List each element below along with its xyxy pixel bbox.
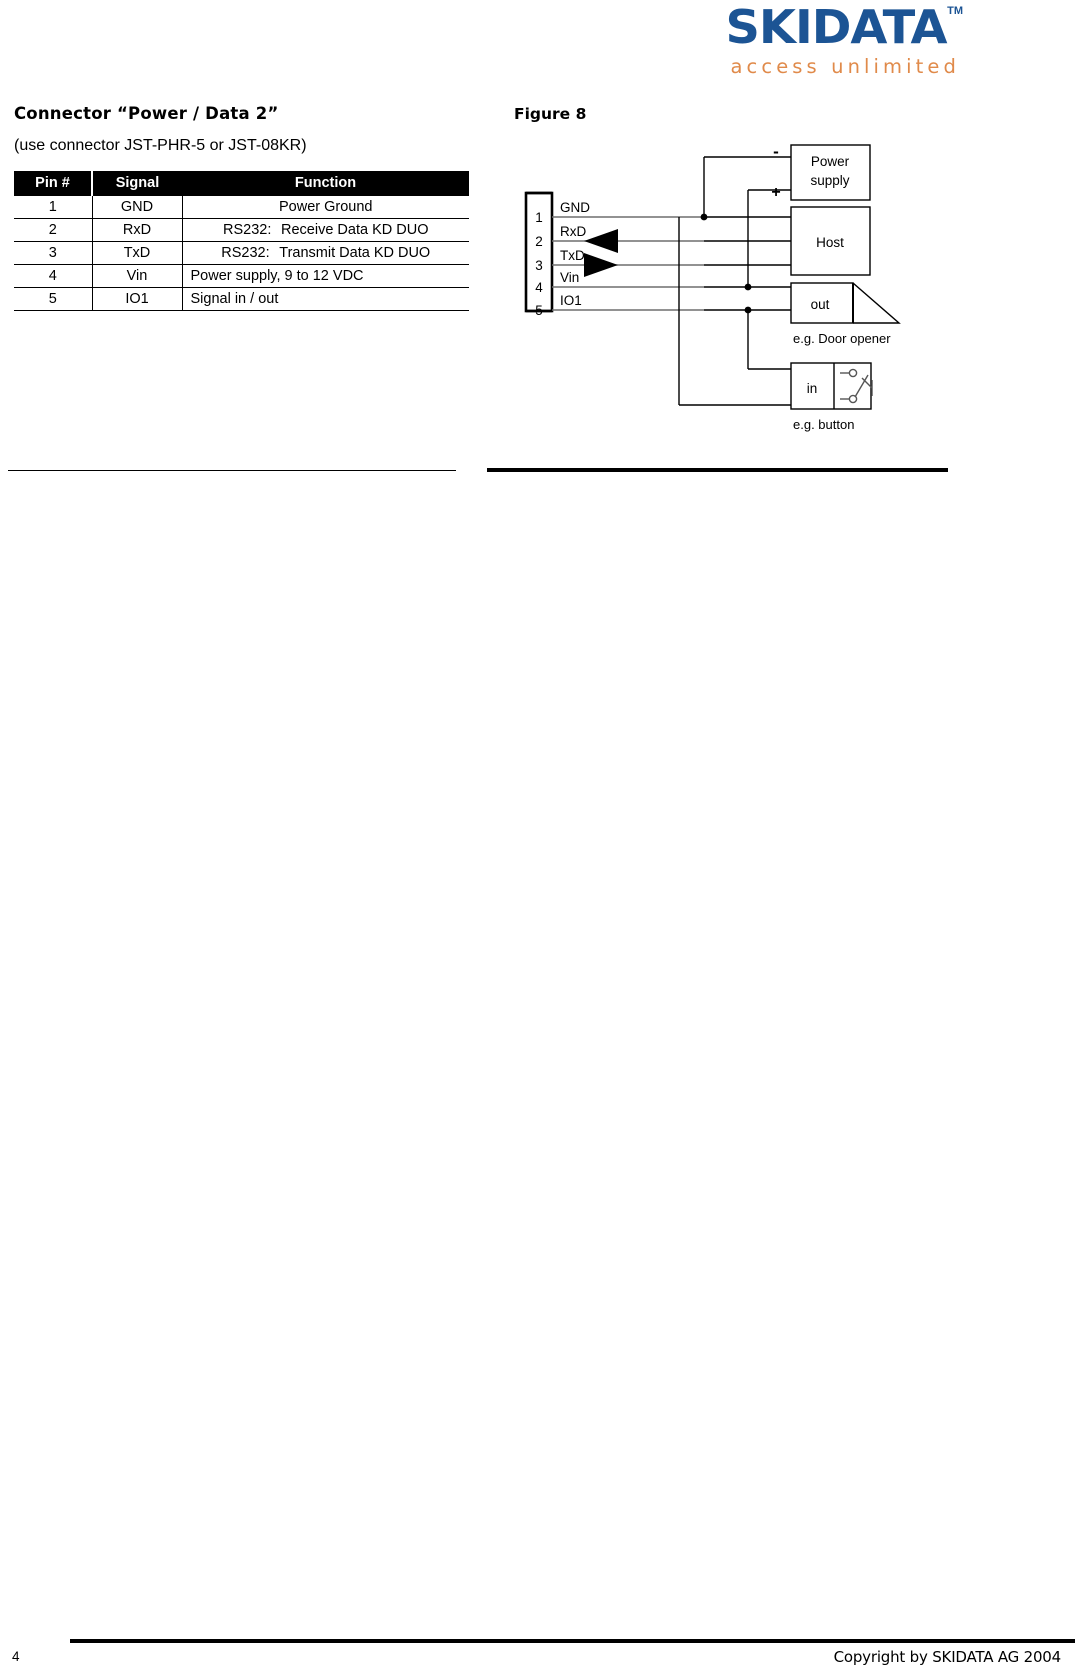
arrow-right-icon [584,253,618,277]
cell-function-text: Receive Data KD DUO [281,222,428,238]
column-header-signal: Signal [92,171,182,196]
in-block [791,363,871,409]
right-column: Figure 8 [514,105,1059,123]
pin-label-vin: Vin [560,270,579,285]
cell-function-prefix: RS232: [221,245,279,261]
page-header: SKIDATATM access unlimited [0,0,1075,92]
logo-tagline: access unlimited [731,57,963,77]
polarity-plus-label: + [771,184,780,201]
arrow-left-icon [584,229,618,253]
pin-number: 3 [535,258,543,273]
cell-pin: 2 [14,219,92,242]
cell-function: Power supply, 9 to 12 VDC [182,265,469,288]
polarity-minus-label: - [773,142,779,161]
column-header-pin: Pin # [14,171,92,196]
pin-label-txd: TxD [560,248,585,263]
pin-label-gnd: GND [560,200,590,215]
cell-pin: 3 [14,242,92,265]
figure-caption: Figure 8 [514,105,1059,123]
wiring-diagram: 1 2 3 4 5 GND RxD TxD Vin IO1 - + Power … [504,135,924,425]
pin-assignment-table: Pin # Signal Function 1 GND Power Ground… [14,171,469,311]
table-row: 3 TxD RS232:Transmit Data KD DUO [14,242,469,265]
trademark-icon: TM [947,5,963,17]
power-supply-label-line1: Power [811,154,850,169]
footer-divider [70,1639,1075,1643]
section-divider-right [487,468,948,472]
logo-wordmark: SKIDATA [725,4,946,50]
junction-dot [745,307,752,314]
cell-function-prefix: RS232: [223,222,281,238]
host-label: Host [816,235,844,250]
pin-number: 2 [535,234,543,249]
pin-number: 1 [535,210,543,225]
power-supply-label-line2: supply [810,173,849,188]
pin-number: 5 [535,303,543,318]
cell-signal: TxD [92,242,182,265]
pin-label-rxd: RxD [560,224,586,239]
cell-signal: IO1 [92,288,182,311]
in-caption: e.g. button [793,417,854,432]
cell-pin: 5 [14,288,92,311]
logo-wordmark-row: SKIDATATM [731,4,963,50]
pin-label-io1: IO1 [560,293,582,308]
copyright-notice: Copyright by SKIDATA AG 2004 [834,1648,1061,1666]
cell-function: Signal in / out [182,288,469,311]
junction-dot [745,284,752,291]
cell-function: Power Ground [182,196,469,219]
cell-pin: 4 [14,265,92,288]
in-label: in [807,381,818,396]
table-header-row: Pin # Signal Function [14,171,469,196]
table-row: 4 Vin Power supply, 9 to 12 VDC [14,265,469,288]
page-number: 4 [12,1649,20,1664]
cell-pin: 1 [14,196,92,219]
section-divider-left [8,470,456,471]
section-heading: Connector “Power / Data 2” [14,104,474,123]
cell-function: RS232:Transmit Data KD DUO [182,242,469,265]
junction-dot [701,214,708,221]
cell-function: RS232:Receive Data KD DUO [182,219,469,242]
table-row: 2 RxD RS232:Receive Data KD DUO [14,219,469,242]
skidata-logo: SKIDATATM access unlimited [731,4,963,77]
out-caption: e.g. Door opener [793,331,891,346]
pin-number: 4 [535,280,543,295]
switch-contact-icon [849,369,856,376]
section-subheading: (use connector JST-PHR-5 or JST-08KR) [14,137,474,155]
table-row: 1 GND Power Ground [14,196,469,219]
column-header-function: Function [182,171,469,196]
cell-signal: GND [92,196,182,219]
cell-signal: Vin [92,265,182,288]
wiring-diagram-svg: 1 2 3 4 5 GND RxD TxD Vin IO1 - + Power … [504,135,924,435]
left-column: Connector “Power / Data 2” (use connecto… [14,104,474,311]
out-label: out [811,297,830,312]
table-row: 5 IO1 Signal in / out [14,288,469,311]
cell-function-text: Transmit Data KD DUO [279,245,430,261]
cell-signal: RxD [92,219,182,242]
